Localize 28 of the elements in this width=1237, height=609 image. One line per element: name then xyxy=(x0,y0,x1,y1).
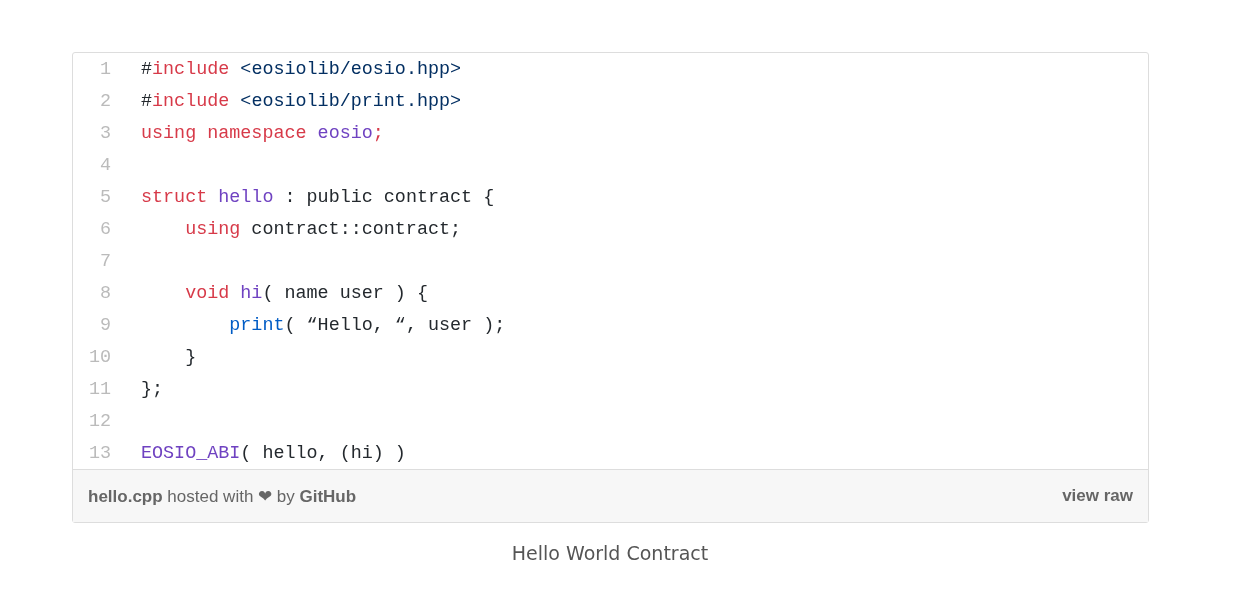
line-number: 2 xyxy=(98,90,111,112)
line-number: 4 xyxy=(98,154,111,176)
line-number: 6 xyxy=(98,218,111,240)
view-raw-link[interactable]: view raw xyxy=(1062,486,1133,506)
code-line: using contract::contract; xyxy=(184,218,462,240)
line-number: 9 xyxy=(98,314,111,336)
line-number: 5 xyxy=(98,186,111,208)
code-line: using namespace eosio; xyxy=(141,122,384,144)
code-line: void hi( name user ) { xyxy=(184,282,428,304)
gist-meta-text: hello.cpp hosted with ❤ by GitHub xyxy=(88,485,357,507)
file-link[interactable]: hello.cpp xyxy=(88,486,163,506)
code-line: #include <eosiolib/eosio.hpp> xyxy=(141,58,462,80)
code-line: #include <eosiolib/print.hpp> xyxy=(141,90,462,112)
line-number: 11 xyxy=(87,378,111,400)
line-number: 3 xyxy=(98,122,111,144)
line-number: 10 xyxy=(87,346,111,368)
line-number: 1 xyxy=(98,58,111,80)
code-line: EOSIO_ABI( hello, (hi) ) xyxy=(141,442,406,464)
line-number: 13 xyxy=(87,442,111,464)
line-number: 12 xyxy=(87,410,111,432)
line-number: 7 xyxy=(98,250,111,272)
code-line: print( “Hello, “, user ); xyxy=(228,314,506,336)
github-link[interactable]: GitHub xyxy=(299,486,357,506)
line-number: 8 xyxy=(98,282,111,304)
figure-caption: Hello World Contract xyxy=(510,542,710,564)
code-line: }; xyxy=(141,378,164,400)
code-line: struct hello : public contract { xyxy=(141,186,495,208)
code-line: } xyxy=(184,346,197,368)
